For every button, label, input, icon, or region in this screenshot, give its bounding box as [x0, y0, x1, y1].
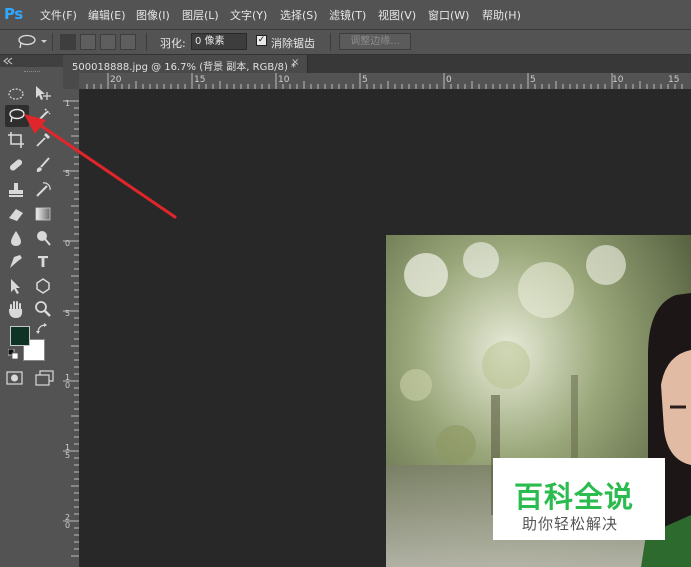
- menu-help[interactable]: 帮助(H): [482, 7, 521, 23]
- h-ruler-label: 10: [278, 75, 290, 85]
- menu-filter[interactable]: 滤镜(T): [329, 7, 366, 23]
- options-separator: [52, 33, 53, 51]
- move-tool-icon[interactable]: [33, 84, 53, 104]
- v-ruler-label: 1: [65, 99, 71, 108]
- h-ruler-label: 15: [194, 75, 206, 85]
- foreground-color-swatch[interactable]: [10, 326, 30, 346]
- close-tab-icon[interactable]: ×: [291, 57, 299, 68]
- h-ruler-label: 15: [668, 75, 680, 85]
- ruler-origin[interactable]: [63, 73, 79, 89]
- shape-tool-icon[interactable]: [33, 276, 53, 296]
- collapse-arrows-icon[interactable]: [3, 57, 13, 65]
- zoom-tool-icon[interactable]: [33, 299, 53, 319]
- options-separator: [330, 33, 331, 51]
- quick-mask-icon[interactable]: [6, 370, 24, 386]
- h-ruler-label: 5: [362, 75, 368, 85]
- v-ruler-label: 1 0: [65, 373, 71, 390]
- options-separator: [146, 33, 147, 51]
- v-ruler-label: 5: [65, 309, 71, 318]
- feather-input[interactable]: 0 像素: [191, 33, 247, 50]
- menu-file[interactable]: 文件(F): [40, 7, 77, 23]
- document-tab-label: 500018888.jpg @ 16.7% (背景 副本, RGB/8) *: [72, 62, 297, 73]
- elliptical-marquee-tool-icon[interactable]: [6, 84, 26, 104]
- horizontal-ruler-ticks: [86, 73, 683, 89]
- photoshop-logo: Ps: [4, 5, 23, 23]
- pen-tool-icon[interactable]: [6, 252, 26, 272]
- hand-tool-icon[interactable]: [6, 299, 26, 319]
- v-ruler-label: 2 0: [65, 513, 71, 530]
- toolbox-grip[interactable]: [24, 71, 40, 74]
- screen-mode-icon[interactable]: [35, 370, 55, 386]
- menu-edit[interactable]: 编辑(E): [88, 7, 126, 23]
- type-tool-icon[interactable]: T: [33, 252, 53, 272]
- menu-view[interactable]: 视图(V): [378, 7, 416, 23]
- h-ruler-label: 5: [530, 75, 536, 85]
- watermark-subtitle: 助你轻松解决: [522, 515, 619, 533]
- default-colors-icon[interactable]: [8, 349, 19, 360]
- new-selection-button[interactable]: [60, 34, 76, 50]
- v-ruler-label: 0: [65, 239, 71, 248]
- intersect-selection-button[interactable]: [120, 34, 136, 50]
- blur-tool-icon[interactable]: [6, 228, 26, 248]
- lasso-tool-preset-icon[interactable]: [14, 33, 48, 51]
- menu-layer[interactable]: 图层(L): [182, 7, 219, 23]
- watermark-title: 百科全说: [514, 480, 635, 514]
- menu-image[interactable]: 图像(I): [136, 7, 170, 23]
- menu-select[interactable]: 选择(S): [280, 7, 318, 23]
- h-ruler-label: 10: [612, 75, 624, 85]
- menu-type[interactable]: 文字(Y): [230, 7, 267, 23]
- path-selection-tool-icon[interactable]: [6, 276, 26, 296]
- menu-window[interactable]: 窗口(W): [428, 7, 469, 23]
- v-ruler-label: 1 5: [65, 443, 71, 460]
- anti-alias-checkbox[interactable]: ✓: [256, 35, 267, 46]
- h-ruler-label: 20: [110, 75, 122, 85]
- subtract-from-selection-button[interactable]: [100, 34, 116, 50]
- annotation-arrow: [24, 114, 177, 219]
- swap-colors-icon[interactable]: [36, 323, 48, 335]
- h-ruler-label: 0: [446, 75, 452, 85]
- horizontal-ruler[interactable]: [79, 73, 691, 90]
- dodge-tool-icon[interactable]: [33, 228, 53, 248]
- refine-edge-button[interactable]: 调整边缘...: [339, 33, 411, 50]
- add-to-selection-button[interactable]: [80, 34, 96, 50]
- feather-label: 羽化:: [160, 37, 186, 50]
- anti-alias-label: 消除锯齿: [271, 37, 315, 50]
